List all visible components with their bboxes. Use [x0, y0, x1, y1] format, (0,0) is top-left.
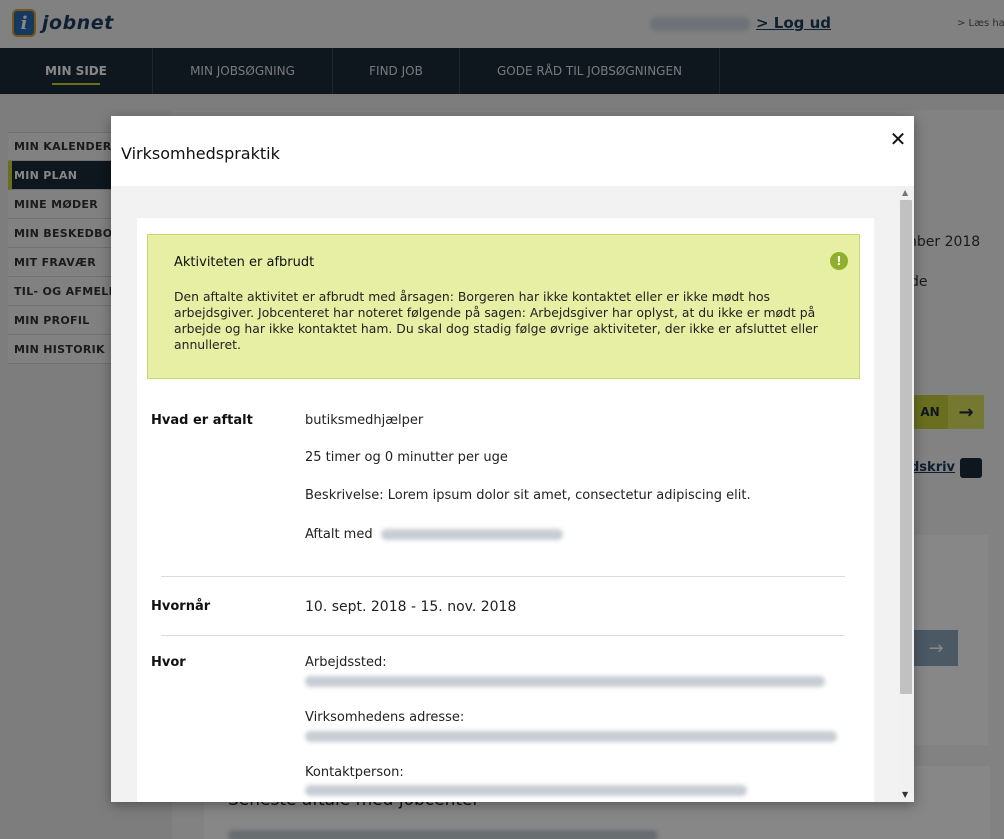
close-icon[interactable]: ✕ [887, 127, 909, 151]
what-job: butiksmedhjælper [305, 413, 424, 428]
where-label: Hvor [151, 655, 186, 670]
modal-body: Aktiviteten er afbrudt ! Den aftalte akt… [111, 186, 914, 802]
alert-title: Aktiviteten er afbrudt [174, 255, 315, 270]
company-address-redacted [305, 731, 837, 742]
company-address-label: Virksomhedens adresse: [305, 710, 465, 725]
agreed-with-label: Aftalt med [305, 527, 373, 542]
activity-modal: Virksomhedspraktik ✕ Aktiviteten er afbr… [111, 116, 914, 802]
exclamation-icon: ! [830, 252, 848, 270]
contact-person-redacted [305, 785, 747, 796]
scroll-up-icon[interactable]: ▲ [902, 188, 908, 197]
activity-interrupted-alert: Aktiviteten er afbrudt ! Den aftalte akt… [147, 234, 860, 379]
what-hours: 25 timer og 0 minutter per uge [305, 450, 508, 465]
agreed-with-redacted [381, 529, 563, 540]
when-label: Hvornår [151, 599, 211, 614]
activity-details-card: Aktiviteten er afbrudt ! Den aftalte akt… [137, 218, 874, 802]
modal-scrollbar[interactable]: ▲ ▼ [898, 186, 914, 802]
workplace-redacted [305, 676, 825, 687]
workplace-label: Arbejdssted: [305, 655, 387, 670]
what-description: Beskrivelse: Lorem ipsum dolor sit amet,… [305, 488, 751, 503]
divider [161, 635, 845, 636]
what-label: Hvad er aftalt [151, 413, 253, 428]
modal-header: Virksomhedspraktik ✕ [111, 116, 914, 186]
contact-person-label: Kontaktperson: [305, 765, 404, 780]
when-period: 10. sept. 2018 - 15. nov. 2018 [305, 599, 517, 615]
scrollbar-thumb[interactable] [900, 200, 912, 694]
scroll-down-icon[interactable]: ▼ [902, 790, 908, 799]
alert-text: Den aftalte aktivitet er afbrudt med års… [174, 289, 818, 352]
modal-title: Virksomhedspraktik [121, 144, 280, 163]
divider [161, 576, 845, 577]
